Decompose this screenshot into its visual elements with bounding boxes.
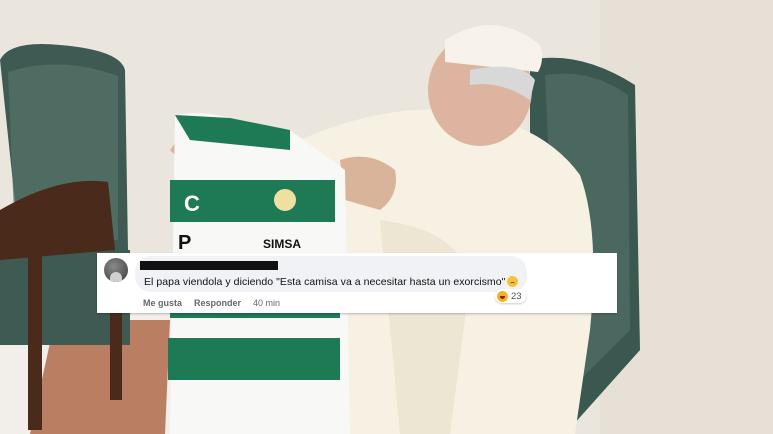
reaction-count: 23 bbox=[511, 290, 522, 302]
comment-timestamp: 40 min bbox=[253, 298, 281, 308]
reply-button[interactable]: Responder bbox=[194, 298, 241, 308]
comment-card: El papa viendola y diciendo "Esta camisa… bbox=[97, 253, 617, 313]
reaction-summary[interactable]: 23 bbox=[495, 289, 526, 303]
avatar[interactable] bbox=[104, 258, 128, 282]
jersey-brand-c: C bbox=[184, 191, 200, 216]
haha-icon bbox=[497, 290, 508, 302]
jersey-sponsor: SIMSA bbox=[263, 237, 301, 251]
comment-actions: Me gusta Responder 40 min bbox=[143, 298, 280, 308]
background-photo: C P SIMSA bbox=[0, 0, 773, 434]
jersey-brand-p: P bbox=[178, 232, 191, 254]
comment-text: El papa viendola y diciendo "Esta camisa… bbox=[144, 276, 519, 288]
disappointed-face-icon bbox=[507, 276, 519, 287]
comment-body: El papa viendola y diciendo "Esta camisa… bbox=[144, 276, 506, 288]
like-button[interactable]: Me gusta bbox=[143, 298, 182, 308]
redacted-author-name bbox=[140, 261, 278, 270]
